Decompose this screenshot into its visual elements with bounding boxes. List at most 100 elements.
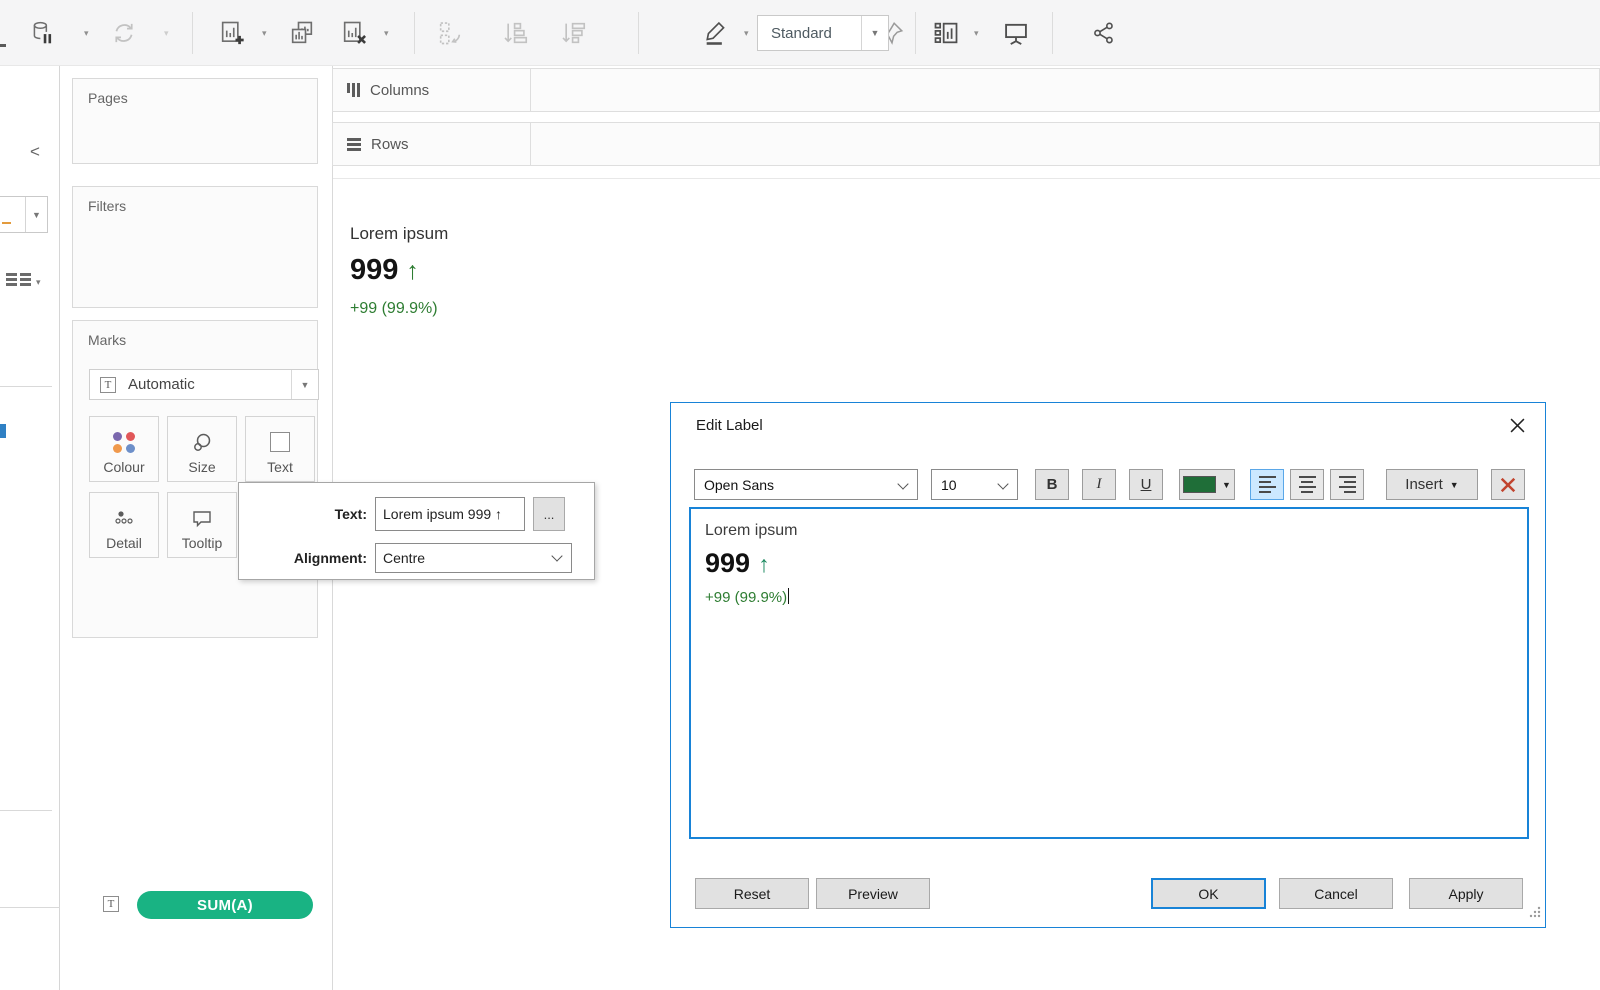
highlight-caret-icon[interactable]: ▾	[744, 28, 749, 39]
clear-sheet-icon[interactable]	[338, 17, 370, 49]
alignment-select[interactable]: Centre	[375, 543, 572, 573]
chevron-down-icon[interactable]: ▼	[291, 370, 318, 399]
size-button-label: Size	[188, 459, 215, 475]
clear-sheet-caret-icon[interactable]: ▾	[384, 28, 389, 39]
swap-rows-columns-icon[interactable]	[434, 17, 466, 49]
colour-button-label: Colour	[103, 459, 144, 475]
label-text-editor[interactable]: Lorem ipsum 999↑ +99 (99.9%)	[689, 507, 1529, 839]
apply-button[interactable]: Apply	[1409, 878, 1523, 909]
sort-ascending-icon[interactable]	[498, 17, 530, 49]
font-color-button[interactable]: ▼	[1179, 469, 1235, 500]
ok-button[interactable]: OK	[1151, 878, 1266, 909]
resize-grip[interactable]	[1528, 905, 1542, 924]
text-cursor	[788, 588, 789, 604]
filters-card-title: Filters	[88, 198, 126, 214]
cancel-button[interactable]: Cancel	[1279, 878, 1393, 909]
detail-button-label: Detail	[106, 535, 142, 551]
toolbar-separator	[1052, 12, 1053, 54]
chevron-down-icon: ▼	[1222, 480, 1231, 490]
fit-mode-select[interactable]: Standard ▼	[757, 15, 889, 51]
new-worksheet-icon[interactable]	[216, 17, 248, 49]
columns-shelf-header: Columns	[333, 69, 531, 111]
preview-button[interactable]: Preview	[816, 878, 930, 909]
font-family-select[interactable]: Open Sans	[694, 469, 918, 500]
edit-label-dialog: Edit Label Open Sans 10 B I U ▼ Insert ▼…	[670, 402, 1546, 928]
italic-button[interactable]: I	[1082, 469, 1116, 500]
insert-button-label: Insert	[1405, 476, 1443, 493]
bold-button[interactable]: B	[1035, 469, 1069, 500]
refresh-icon[interactable]	[108, 17, 140, 49]
data-source-select[interactable]: ▼	[0, 196, 48, 233]
rows-icon	[347, 138, 361, 151]
data-source-caret-icon[interactable]: ▾	[84, 28, 89, 39]
editor-value-number: 999	[705, 548, 750, 578]
size-button[interactable]: Size	[167, 416, 237, 482]
filters-card[interactable]: Filters	[72, 186, 318, 308]
presentation-mode-icon[interactable]	[1000, 17, 1032, 49]
cropped-icon	[0, 44, 6, 47]
data-source-pause-icon[interactable]	[26, 17, 58, 49]
sheet-border	[333, 178, 1600, 179]
tooltip-button[interactable]: Tooltip	[167, 492, 237, 558]
clear-format-button[interactable]	[1491, 469, 1525, 500]
align-center-icon	[1299, 476, 1316, 494]
chevron-down-icon	[897, 478, 908, 489]
text-field[interactable]: Lorem ipsum 999 ↑	[375, 497, 525, 531]
detail-icon	[111, 505, 137, 531]
underline-button[interactable]: U	[1129, 469, 1163, 500]
size-icon	[190, 429, 214, 455]
close-icon[interactable]	[1507, 415, 1527, 435]
share-icon[interactable]	[1088, 17, 1120, 49]
highlight-icon[interactable]	[700, 17, 732, 49]
font-size-select[interactable]: 10	[931, 469, 1018, 500]
chevron-down-icon: ▼	[1450, 480, 1459, 490]
rows-shelf-label: Rows	[371, 136, 409, 153]
up-arrow-icon: ↑	[406, 257, 419, 285]
main-toolbar: ▾ ▾ ▾ ▾	[0, 0, 1600, 66]
colour-icon	[113, 429, 136, 455]
data-pane-collapsed: < ▼ ▾	[0, 66, 60, 990]
text-icon	[270, 429, 290, 455]
toolbar-separator	[915, 12, 916, 54]
sum-a-pill[interactable]: SUM(A)	[137, 891, 313, 919]
sort-descending-icon[interactable]	[556, 17, 588, 49]
pages-card-title: Pages	[88, 90, 128, 106]
rows-shelf[interactable]: Rows	[332, 122, 1600, 166]
more-options-button[interactable]: ...	[533, 497, 565, 531]
chevron-down-icon[interactable]: ▼	[25, 197, 47, 232]
show-cards-icon[interactable]	[930, 17, 962, 49]
editor-delta-text: +99 (99.9%)	[705, 589, 787, 606]
detail-button[interactable]: Detail	[89, 492, 159, 558]
text-mark-icon: T	[100, 377, 116, 393]
mark-type-select[interactable]: T Automatic ▼	[89, 369, 319, 400]
pane-divider	[0, 386, 52, 387]
text-button[interactable]: Text	[245, 416, 315, 482]
colour-button[interactable]: Colour	[89, 416, 159, 482]
duplicate-sheet-icon[interactable]	[286, 17, 318, 49]
dialog-title: Edit Label	[696, 417, 763, 434]
align-right-button[interactable]	[1330, 469, 1364, 500]
view-data-icon[interactable]	[6, 273, 31, 286]
pill-text-icon: T	[103, 896, 119, 912]
fit-mode-value: Standard	[758, 25, 861, 42]
rows-shelf-header: Rows	[333, 123, 531, 165]
collapse-pane-chevron[interactable]: <	[30, 142, 40, 162]
align-left-button[interactable]	[1250, 469, 1284, 500]
color-swatch	[1183, 476, 1216, 493]
align-center-button[interactable]	[1290, 469, 1324, 500]
chevron-down-icon[interactable]: ▼	[861, 16, 888, 50]
reset-button[interactable]: Reset	[695, 878, 809, 909]
field-icon	[0, 424, 6, 438]
truncated-text	[2, 222, 11, 224]
view-kpi-delta: +99 (99.9%)	[350, 300, 438, 318]
columns-shelf[interactable]: Columns	[332, 68, 1600, 112]
chevron-down-icon	[551, 550, 562, 561]
pages-card[interactable]: Pages	[72, 78, 318, 164]
show-cards-caret-icon[interactable]: ▾	[974, 28, 979, 39]
insert-button[interactable]: Insert ▼	[1386, 469, 1478, 500]
text-button-label: Text	[267, 459, 293, 475]
view-data-caret-icon[interactable]: ▾	[36, 277, 41, 288]
new-worksheet-caret-icon[interactable]: ▾	[262, 28, 267, 39]
up-arrow-icon: ↑	[758, 551, 770, 577]
editor-line-delta: +99 (99.9%)	[705, 588, 1513, 606]
